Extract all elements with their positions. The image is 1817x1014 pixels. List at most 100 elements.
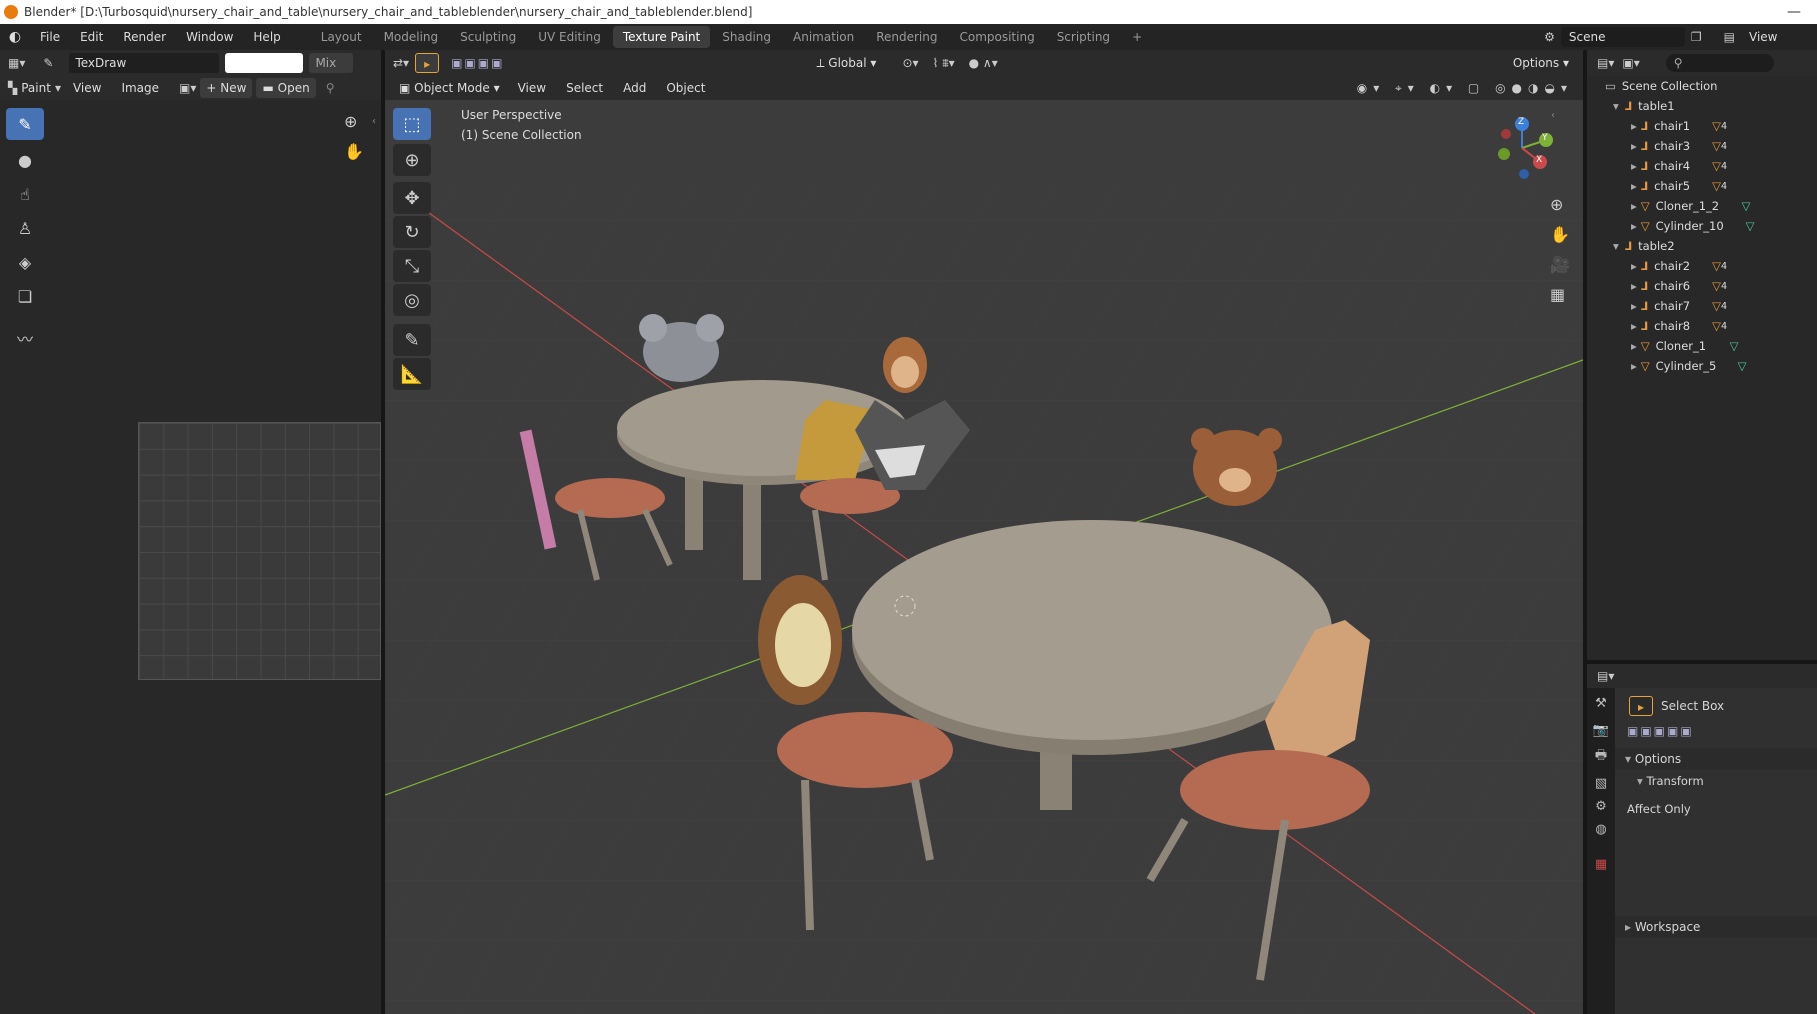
add-workspace-button[interactable]: + (1122, 26, 1152, 48)
properties-editor-type-icon[interactable]: ▤▾ (1597, 669, 1614, 683)
outliner-item-chair8[interactable]: ▸ ⅃ chair8 ▽ 4 (1587, 316, 1817, 336)
tab-uv-editing[interactable]: UV Editing (528, 26, 611, 48)
scene-tab-icon[interactable]: ⚙ (1587, 799, 1615, 814)
select-box-icon[interactable]: ▸ (1629, 696, 1653, 716)
paint-mode-select[interactable]: Paint (21, 81, 51, 95)
menu-edit[interactable]: Edit (70, 24, 113, 50)
cursor-tool-icon[interactable]: ⊕ (393, 144, 431, 176)
scene-selector-icon[interactable]: ⚙ (1544, 30, 1555, 44)
transform-tool-icon[interactable]: ◎ (393, 284, 431, 316)
chair-monkey[interactable] (883, 337, 927, 393)
tab-texture-paint[interactable]: Texture Paint (612, 26, 711, 48)
transform-subpanel-header[interactable]: ▾ Transform (1615, 770, 1817, 792)
outliner-item-cloner-1-2[interactable]: ▸ ▽ Cloner_1_2 ▽ (1587, 196, 1817, 216)
open-image-button[interactable]: ▬ Open (256, 78, 316, 98)
outliner-item-chair3[interactable]: ▸ ⅃ chair3 ▽ 4 (1587, 136, 1817, 156)
mask-tool-icon[interactable]: ❏ (6, 280, 44, 312)
mode-select[interactable]: ▣ Object Mode ▾ (393, 78, 506, 98)
blend-mode-select[interactable]: Mix (309, 53, 354, 73)
menu-file[interactable]: File (30, 24, 70, 50)
brush-color-swatch[interactable] (225, 53, 304, 73)
tab-animation[interactable]: Animation (783, 26, 864, 48)
editor-type-icon[interactable]: ▦▾ (8, 56, 25, 70)
minimize-button[interactable]: — (1787, 4, 1801, 20)
viewport-editor-type-icon[interactable]: ⇄▾ (393, 56, 409, 70)
outliner-item-cylinder-5[interactable]: ▸ ▽ Cylinder_5 ▽ (1587, 356, 1817, 376)
annotate-tool-icon[interactable]: 〰 (6, 322, 44, 354)
outliner-item-table1[interactable]: ▾ ⅃ table1 (1587, 96, 1817, 116)
new-scene-icon[interactable]: ❐ (1691, 30, 1702, 44)
tab-modeling[interactable]: Modeling (374, 26, 449, 48)
expand-icon[interactable]: ▾ (1613, 99, 1619, 113)
draw-tool-icon[interactable]: ✎ (6, 108, 44, 140)
tool-tab-icon[interactable]: ⚒ (1587, 696, 1615, 711)
outliner-item-table2[interactable]: ▾ ⅃ table2 (1587, 236, 1817, 256)
navigation-gizmo[interactable]: Z Y X (1490, 116, 1554, 180)
pin-icon[interactable]: ⚲ (326, 81, 335, 95)
options-panel-header[interactable]: ▾ Options (1615, 748, 1817, 770)
blender-menu-icon[interactable]: ◐ (0, 29, 30, 45)
outliner-item-chair4[interactable]: ▸ ⅃ chair4 ▽ 4 (1587, 156, 1817, 176)
menu-viewport-select[interactable]: Select (558, 76, 611, 100)
annotate-draw-tool-icon[interactable]: ✎ (393, 324, 431, 356)
outliner-editor-type-icon[interactable]: ▤▾ (1597, 56, 1614, 70)
viewport-shading-controls[interactable]: ◉▾ ⌖▾ ◐▾ ▢ ◎●◑◒▾ (1357, 81, 1573, 96)
workspace-panel-header[interactable]: ▸ Workspace (1615, 916, 1817, 938)
snap-icon[interactable]: ⌇ ⩩▾ (933, 56, 955, 71)
world-tab-icon[interactable]: ◍ (1587, 822, 1615, 837)
menu-image-view[interactable]: View (65, 76, 109, 100)
outliner-item-cloner-1[interactable]: ▸ ▽ Cloner_1 ▽ (1587, 336, 1817, 356)
outliner-item-chair1[interactable]: ▸ ⅃ chair1 ▽ 4 (1587, 116, 1817, 136)
tab-sculpting[interactable]: Sculpting (450, 26, 526, 48)
viewport-sidebar-toggle-icon[interactable]: ‹ (1551, 110, 1555, 121)
selection-mode-buttons[interactable]: ▣▣▣▣▣ (1615, 724, 1817, 738)
viewport-zoom-icon[interactable]: ⊕ (1550, 195, 1563, 214)
menu-help[interactable]: Help (243, 24, 290, 50)
options-dropdown[interactable]: Options ▾ (1506, 53, 1575, 73)
soften-tool-icon[interactable]: ● (6, 144, 44, 176)
clone-tool-icon[interactable]: ♙ (6, 212, 44, 244)
display-mode-icon[interactable]: ▣▾ (1622, 56, 1639, 70)
image-browse-icon[interactable]: ▣▾ (179, 81, 196, 95)
tab-scripting[interactable]: Scripting (1047, 26, 1120, 48)
expand-icon[interactable]: ▾ (1613, 239, 1619, 253)
outliner-item-chair2[interactable]: ▸ ⅃ chair2 ▽ 4 (1587, 256, 1817, 276)
measure-tool-icon[interactable]: 📐 (393, 358, 431, 390)
pivot-icon[interactable]: ⊙▾ (902, 56, 918, 70)
rotate-tool-icon[interactable]: ↻ (393, 216, 431, 248)
menu-image-image[interactable]: Image (113, 76, 167, 100)
menu-viewport-add[interactable]: Add (615, 76, 654, 100)
ortho-toggle-icon[interactable]: ▦ (1550, 285, 1565, 304)
tab-layout[interactable]: Layout (311, 26, 372, 48)
scale-tool-icon[interactable]: ⤡ (393, 250, 431, 282)
tab-shading[interactable]: Shading (712, 26, 781, 48)
tab-rendering[interactable]: Rendering (866, 26, 947, 48)
new-image-button[interactable]: + New (200, 78, 253, 98)
view-layer-icon[interactable]: ▤ (1724, 30, 1735, 44)
menu-window[interactable]: Window (176, 24, 243, 50)
camera-view-icon[interactable]: 🎥 (1550, 255, 1570, 274)
view-layer-tab-icon[interactable]: ▧ (1587, 776, 1615, 791)
menu-render[interactable]: Render (113, 24, 176, 50)
output-tab-icon[interactable]: 🖶 (1587, 746, 1615, 768)
viewport-scene[interactable] (385, 100, 1583, 1014)
select-cursor-icon[interactable]: ▸ (415, 53, 440, 73)
3d-viewport[interactable]: ⇄▾ ▸ ▣▣▣▣ ⟂ Global ▾ ⊙▾ ⌇ ⩩▾ ● ∧▾ Option… (385, 50, 1583, 1014)
scene-name-field[interactable]: Scene (1560, 27, 1685, 47)
outliner-search-input[interactable]: ⚲ (1665, 54, 1774, 72)
outliner-item-chair5[interactable]: ▸ ⅃ chair5 ▽ 4 (1587, 176, 1817, 196)
fill-tool-icon[interactable]: ◈ (6, 246, 44, 278)
scene-collection-row[interactable]: ▭ Scene Collection (1587, 76, 1817, 96)
image-pan-icon[interactable]: ✋ (344, 142, 364, 161)
smear-tool-icon[interactable]: ☝ (6, 178, 44, 210)
move-tool-icon[interactable]: ✥ (393, 182, 431, 214)
image-zoom-icon[interactable]: ⊕ (344, 112, 357, 131)
view-layer-field[interactable]: View Layer (1741, 27, 1811, 64)
select-box-tool-icon[interactable]: ⬚ (393, 108, 431, 140)
orientation-select[interactable]: ⟂ Global ▾ (810, 53, 889, 73)
render-tab-icon[interactable]: 📷 (1587, 723, 1615, 738)
brush-name-field[interactable]: TexDraw (69, 53, 220, 73)
outliner-item-chair6[interactable]: ▸ ⅃ chair6 ▽ 4 (1587, 276, 1817, 296)
sidebar-toggle-icon[interactable]: ‹ (372, 116, 376, 127)
outliner-item-chair7[interactable]: ▸ ⅃ chair7 ▽ 4 (1587, 296, 1817, 316)
